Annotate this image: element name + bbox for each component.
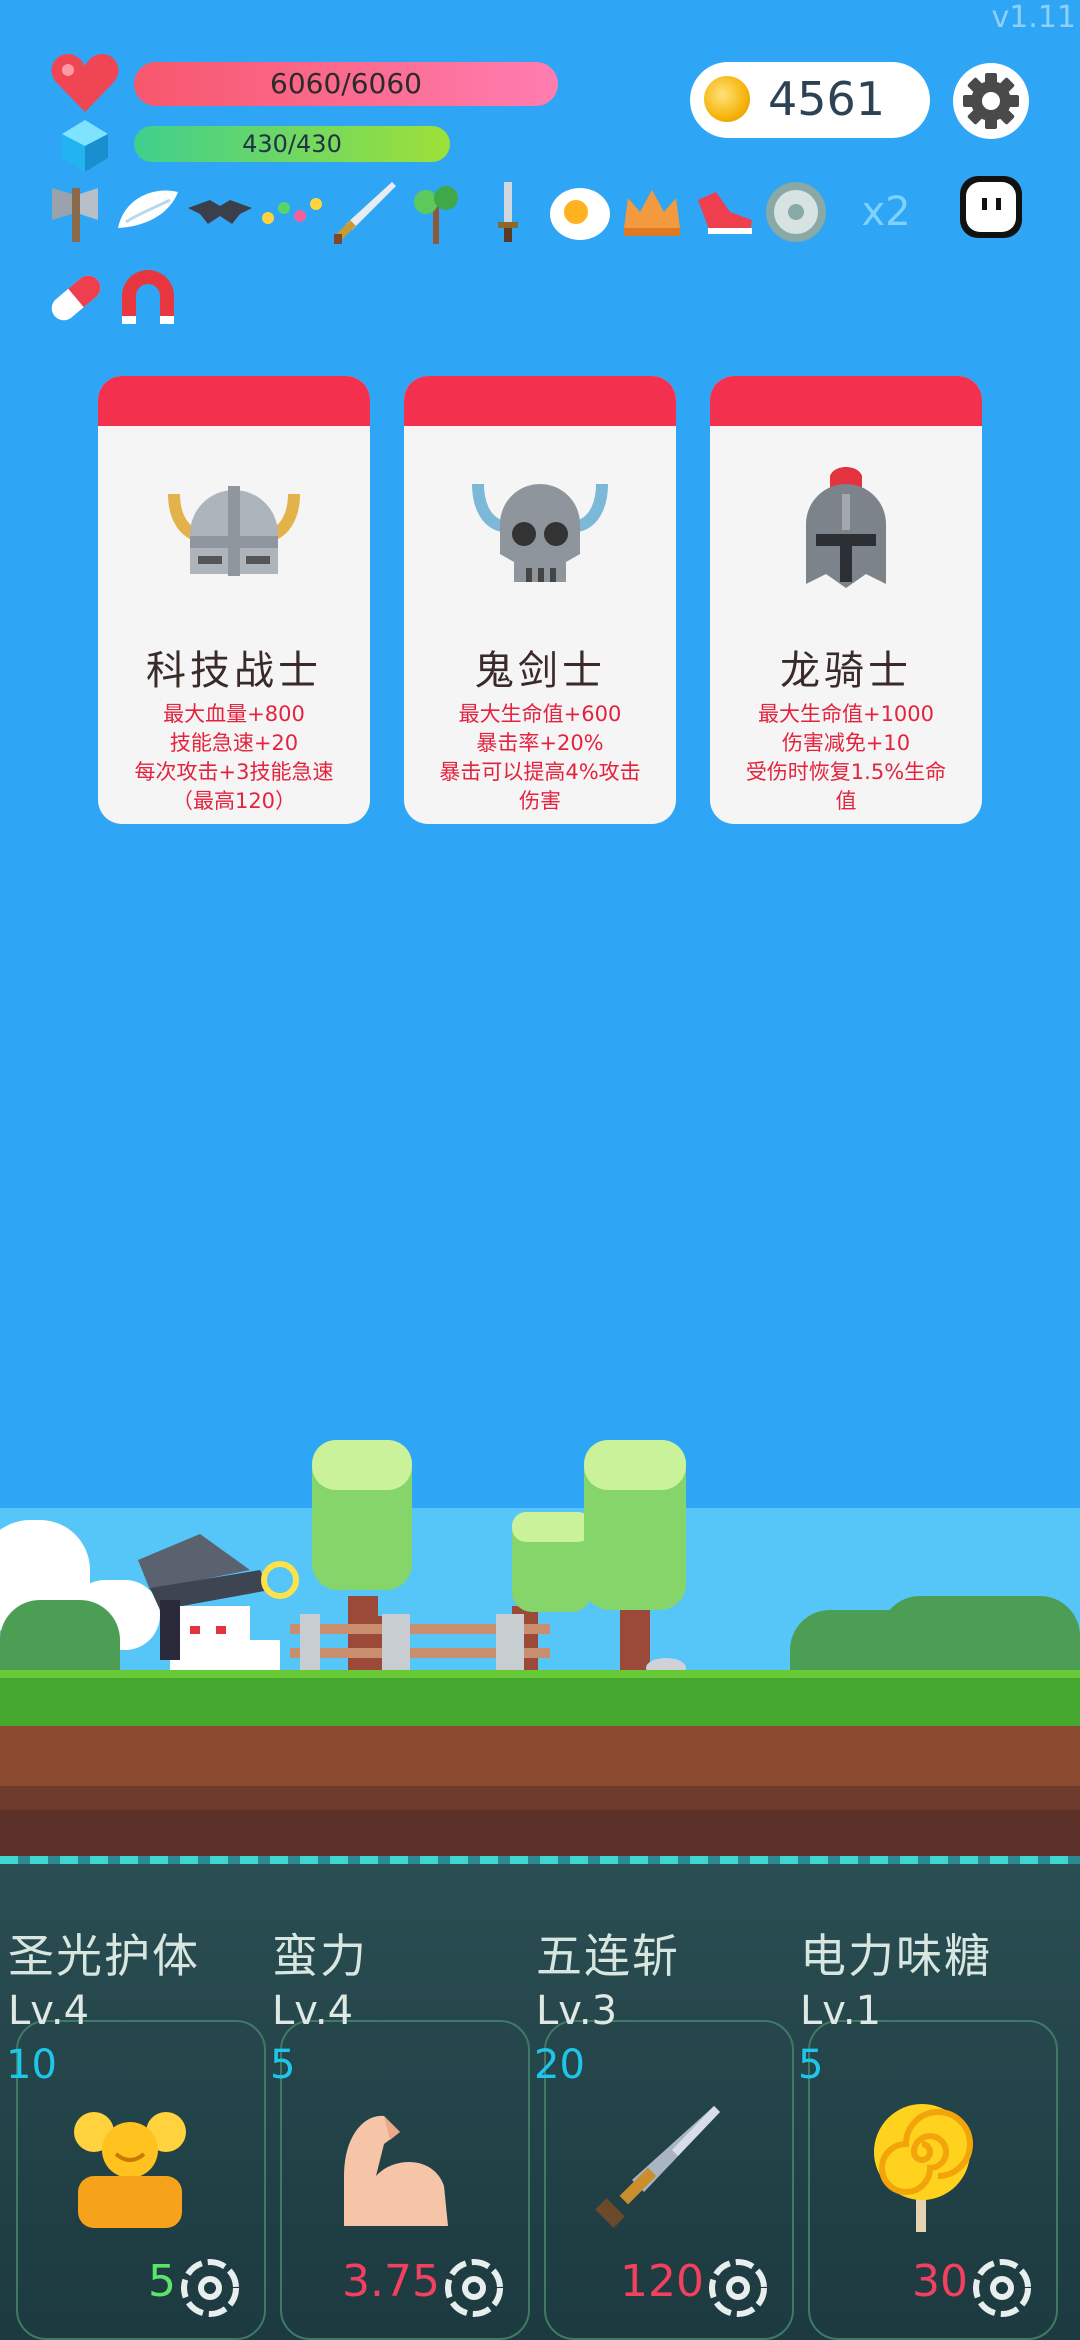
dagger-icon	[498, 182, 518, 242]
skill-count: 20	[534, 2042, 585, 2088]
wing-icon	[118, 190, 178, 228]
class-card-tech-warrior[interactable]: 科技战士 最大血量+800 技能急速+20 每次攻击+3技能急速 （最高120）	[98, 376, 370, 824]
sneaker-icon	[698, 192, 752, 234]
player-witch-character	[138, 1534, 299, 1676]
mp-bar: 430/430	[134, 126, 450, 162]
class-name: 科技战士	[146, 648, 322, 694]
upgrade-icon[interactable]	[708, 2258, 768, 2318]
class-name: 龙骑士	[780, 648, 912, 694]
bush	[880, 1596, 1080, 1680]
skill-level: Lv.4	[272, 1988, 354, 2034]
card-header-band	[98, 376, 370, 426]
class-card-ghost-swordsman[interactable]: 鬼剑士 最大生命值+600 暴击率+20% 暴击可以提高4%攻击 伤害	[404, 376, 676, 824]
pill-icon	[51, 275, 101, 321]
ground-soil	[0, 1726, 1080, 1786]
shield-icon	[766, 182, 826, 242]
upgrade-icon[interactable]	[180, 2258, 240, 2318]
class-description: 最大生命值+600 暴击率+20% 暴击可以提高4%攻击 伤害	[418, 700, 662, 816]
ghost-icon[interactable]	[956, 172, 1026, 242]
chain-icon	[262, 198, 322, 224]
class-desc-text: 最大生命值+1000 伤害减免+10 受伤时恢复1.5%生命 值	[745, 702, 947, 813]
viking-helmet-icon	[168, 486, 300, 576]
muscle-arm-icon	[344, 2115, 448, 2226]
multiplier-label: x2	[861, 189, 911, 235]
egg-icon	[550, 188, 610, 240]
skill-count: 10	[6, 2042, 57, 2088]
skill-slot-brute-force[interactable]: 蛮力 Lv.4 5 3.75	[264, 1920, 530, 2340]
sapling-icon	[414, 186, 458, 244]
sword-icon	[334, 182, 396, 244]
skill-level: Lv.1	[800, 1988, 882, 2034]
sword-icon	[595, 2106, 720, 2228]
skill-cost: 3.75	[342, 2256, 440, 2307]
trees-and-fence	[290, 1440, 686, 1676]
upgrade-icon[interactable]	[444, 2258, 504, 2318]
ground-soil-bottom	[0, 1810, 1080, 1856]
skill-name: 圣光护体	[8, 1929, 200, 1983]
coin-amount: 4561	[768, 72, 886, 126]
bush	[0, 1600, 120, 1680]
skill-name: 五连斩	[536, 1929, 680, 1983]
magnet-icon	[122, 270, 174, 324]
gear-icon[interactable]	[952, 62, 1030, 140]
skill-cost: 30	[912, 2256, 968, 2307]
class-description: 最大生命值+1000 伤害减免+10 受伤时恢复1.5%生命 值	[724, 700, 968, 816]
crown-icon	[624, 190, 680, 236]
class-card-dragon-knight[interactable]: 龙骑士 最大生命值+1000 伤害减免+10 受伤时恢复1.5%生命 值	[710, 376, 982, 824]
skill-level: Lv.4	[8, 1988, 90, 2034]
skill-slot-holy-light[interactable]: 圣光护体 Lv.4 10 5	[0, 1920, 266, 2340]
ground-grass	[0, 1670, 1080, 1734]
skill-name: 蛮力	[272, 1929, 368, 1983]
skill-cost: 120	[620, 2256, 704, 2307]
skill-count: 5	[798, 2042, 824, 2088]
upgrade-icon[interactable]	[972, 2258, 1032, 2318]
knight-helmet-icon	[806, 467, 886, 588]
class-desc-text: 最大血量+800 技能急速+20 每次攻击+3技能急速 （最高120）	[134, 702, 334, 813]
skill-count: 5	[270, 2042, 296, 2088]
version-label: v1.11	[991, 0, 1076, 35]
bat-icon	[188, 200, 252, 224]
skill-cost: 5	[148, 2256, 176, 2307]
skill-slot-electric-candy[interactable]: 电力味糖 Lv.1 5 30	[792, 1920, 1058, 2340]
skull-helmet-icon	[472, 483, 608, 582]
lollipop-icon	[874, 2104, 973, 2232]
crystal-icon	[62, 120, 108, 172]
skill-level: Lv.3	[536, 1988, 618, 2034]
coin-counter: 4561	[690, 62, 930, 138]
golden-idol-icon	[74, 2112, 186, 2228]
skill-name: 电力味糖	[800, 1929, 992, 1983]
heart-icon	[51, 54, 119, 112]
skill-slot-five-slash[interactable]: 五连斩 Lv.3 20 120	[528, 1920, 794, 2340]
item-inventory: x2	[42, 178, 1042, 338]
card-header-band	[404, 376, 676, 426]
class-name: 鬼剑士	[474, 648, 606, 694]
axe-icon	[52, 188, 98, 242]
coin-icon	[704, 76, 750, 122]
class-description: 最大血量+800 技能急速+20 每次攻击+3技能急速 （最高120）	[112, 700, 356, 816]
hp-bar: 6060/6060	[134, 62, 558, 106]
class-desc-text: 最大生命值+600 暴击率+20% 暴击可以提高4%攻击 伤害	[439, 702, 641, 813]
panel-border	[0, 1856, 1080, 1864]
card-header-band	[710, 376, 982, 426]
